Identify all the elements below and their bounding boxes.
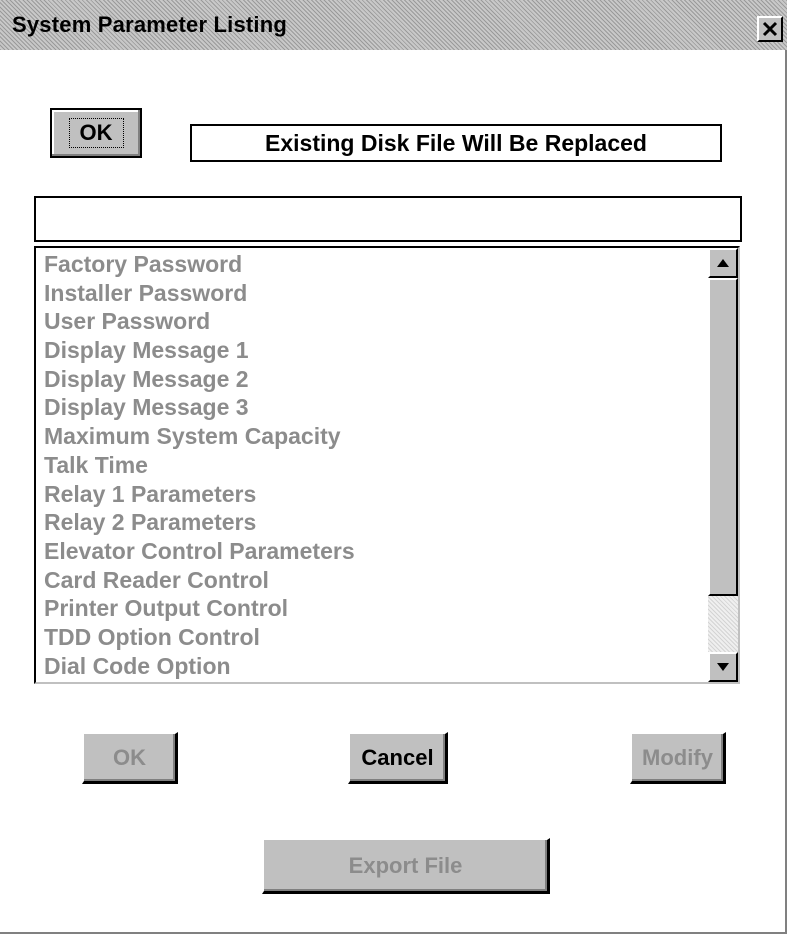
list-item[interactable]: Maximum System Capacity (44, 422, 355, 451)
list-item[interactable]: Relay 1 Parameters (44, 480, 355, 509)
list-scrollbar[interactable] (708, 248, 738, 682)
arrow-up-icon (717, 259, 729, 267)
parameter-listbox[interactable]: Factory Password Installer Password User P… (34, 246, 740, 684)
window-title: System Parameter Listing (12, 12, 288, 37)
cancel-button[interactable]: Cancel (348, 732, 448, 784)
list-item[interactable]: TDD Option Control (44, 623, 355, 652)
list-item[interactable]: Display Message 1 (44, 336, 355, 365)
list-item[interactable]: Factory Password (44, 250, 355, 279)
list-item[interactable]: Card Reader Control (44, 566, 355, 595)
title-bar: System Parameter Listing (0, 0, 787, 50)
export-file-button[interactable]: Export File (262, 838, 550, 894)
list-item[interactable]: Display Message 2 (44, 365, 355, 394)
list-item[interactable]: Relay 2 Parameters (44, 508, 355, 537)
modify-button[interactable]: Modify (630, 732, 726, 784)
list-item[interactable]: Dial Code Option (44, 652, 355, 681)
arrow-down-icon (717, 663, 729, 671)
top-ok-button[interactable]: OK (50, 108, 142, 158)
top-ok-label: OK (68, 118, 124, 148)
status-message: Existing Disk File Will Be Replaced (190, 124, 722, 162)
close-button[interactable] (757, 16, 783, 42)
ok-button[interactable]: OK (82, 732, 178, 784)
list-item[interactable]: Installer Password (44, 279, 355, 308)
list-item[interactable]: Printer Output Control (44, 594, 355, 623)
parameter-list-items: Factory Password Installer Password User P… (44, 250, 355, 680)
system-parameter-listing-window: System Parameter Listing OK Existing Dis… (0, 0, 787, 934)
list-item[interactable]: Elevator Control Parameters (44, 537, 355, 566)
scroll-down-button[interactable] (708, 652, 738, 682)
parameter-text-field[interactable] (34, 196, 742, 242)
close-icon (762, 21, 778, 37)
list-item[interactable]: User Password (44, 307, 355, 336)
list-item[interactable]: Display Message 3 (44, 393, 355, 422)
scroll-thumb[interactable] (708, 278, 738, 596)
list-item[interactable]: Talk Time (44, 451, 355, 480)
scroll-up-button[interactable] (708, 248, 738, 278)
